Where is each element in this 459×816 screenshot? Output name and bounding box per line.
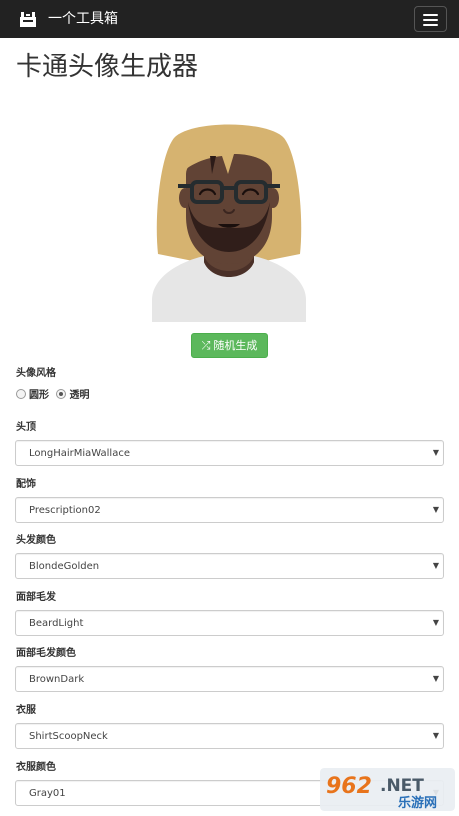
top-select[interactable]: LongHairMiaWallace ▼ [15,440,444,466]
clothes-color-label: 衣服颜色 [16,762,56,773]
radio-transparent-label[interactable]: 透明 [69,390,89,401]
clothes-label: 衣服 [16,705,36,716]
style-radio-group: 圆形 透明 [16,389,93,403]
dropdown-arrow-icon: ▼ [432,561,439,570]
hair-color-select-value: BlondeGolden [29,561,100,572]
navbar: 一个工具箱 [0,0,459,38]
toolbox-icon[interactable] [19,11,37,28]
top-label: 头顶 [16,422,36,433]
watermark-suffix: .NET [380,776,424,796]
facial-hair-select[interactable]: BeardLight ▼ [15,610,444,636]
hair-color-label: 头发颜色 [16,535,56,546]
dropdown-arrow-icon: ▼ [432,505,439,514]
accessories-select[interactable]: Prescription02 ▼ [15,497,444,523]
facial-hair-label: 面部毛发 [16,592,56,603]
watermark-sub: 乐游网 [398,795,437,811]
dropdown-arrow-icon: ▼ [432,448,439,457]
style-label: 头像风格 [16,368,56,379]
menu-toggle-button[interactable] [414,6,447,32]
hair-color-select[interactable]: BlondeGolden ▼ [15,553,444,579]
dropdown-arrow-icon: ▼ [432,674,439,683]
top-select-value: LongHairMiaWallace [29,448,130,459]
clothes-select-value: ShirtScoopNeck [29,731,108,742]
watermark-number: 962 [326,774,372,799]
dropdown-arrow-icon: ▼ [432,731,439,740]
avatar-preview [152,124,306,322]
facial-hair-color-label: 面部毛发颜色 [16,648,76,659]
clothes-color-select-value: Gray01 [29,788,66,799]
accessories-select-value: Prescription02 [29,505,101,516]
random-generate-label: 随机生成 [213,339,258,352]
brand-title[interactable]: 一个工具箱 [48,10,118,28]
page-title: 卡通头像生成器 [16,52,199,82]
accessories-label: 配饰 [16,479,36,490]
facial-hair-color-select-value: BrownDark [29,674,85,685]
site-watermark-logo: 962 .NET 乐游网 [320,768,455,811]
radio-circle-label[interactable]: 圆形 [29,390,49,401]
shuffle-icon: ⤮ [201,339,211,352]
radio-circle[interactable] [16,389,26,399]
dropdown-arrow-icon: ▼ [432,618,439,627]
hamburger-icon [423,14,438,16]
facial-hair-select-value: BeardLight [29,618,84,629]
clothes-select[interactable]: ShirtScoopNeck ▼ [15,723,444,749]
facial-hair-color-select[interactable]: BrownDark ▼ [15,666,444,692]
random-generate-button[interactable]: ⤮ 随机生成 [191,333,268,358]
radio-transparent[interactable] [56,389,67,399]
